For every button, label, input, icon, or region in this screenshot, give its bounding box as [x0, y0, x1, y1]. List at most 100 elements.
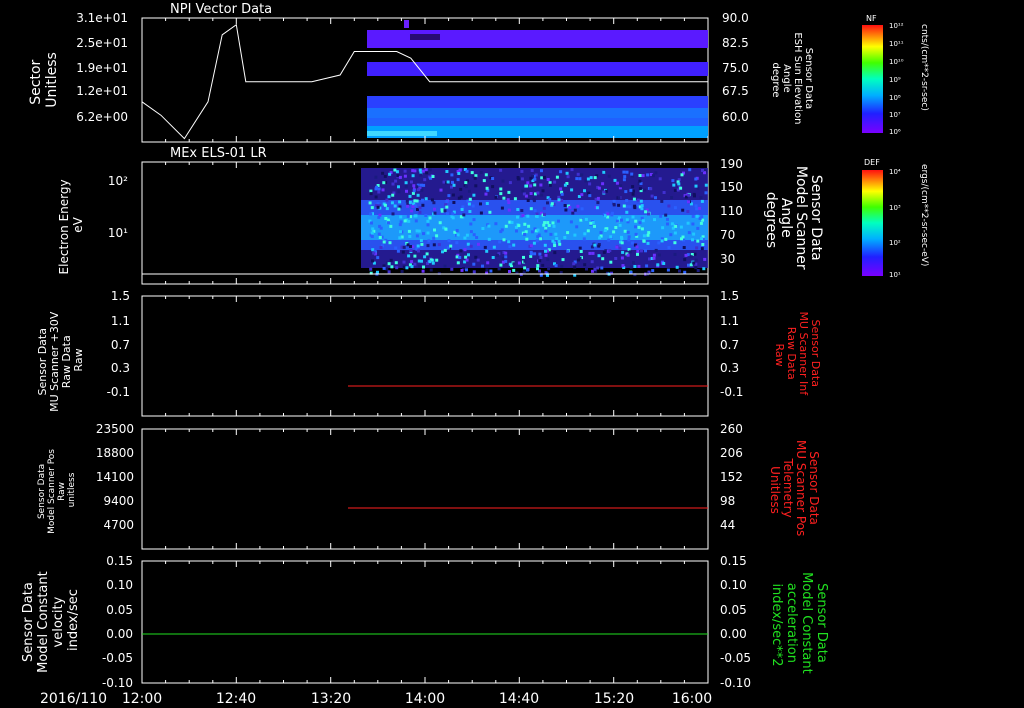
p2-speckle	[615, 181, 619, 185]
left-tick: 1.1	[111, 314, 130, 328]
right-tick: 0.3	[720, 361, 739, 375]
p2-speckle	[423, 255, 427, 259]
p2-speckle	[435, 258, 439, 262]
right-tick: 82.5	[722, 36, 749, 50]
p2-speckle	[532, 199, 536, 203]
p2-speckle	[526, 199, 530, 202]
p2-speckle	[492, 245, 496, 249]
p2-speckle	[524, 230, 528, 234]
p2-speckle	[488, 210, 492, 214]
p2-speckle	[687, 200, 690, 204]
right-tick: 0.05	[720, 603, 747, 617]
p2-speckle	[633, 265, 637, 268]
p2-speckle	[450, 267, 454, 271]
p2-speckle	[615, 245, 619, 249]
p2-speckle	[377, 232, 381, 236]
p2-speckle	[539, 237, 543, 241]
p2-speckle	[643, 188, 647, 192]
label-line: index/sec**2	[769, 583, 784, 666]
right-tick: 98	[720, 494, 735, 508]
p2-speckle	[382, 240, 386, 244]
p2-speckle	[397, 190, 401, 194]
p2-speckle	[625, 170, 629, 174]
p2-speckle	[621, 250, 625, 254]
p2-speckle	[638, 179, 642, 183]
p2-speckle	[433, 211, 437, 215]
p2-speckle	[555, 175, 559, 179]
p2-speckle	[512, 262, 516, 266]
p2-speckle	[466, 242, 470, 246]
p2-speckle	[371, 259, 374, 263]
p2-speckle	[520, 177, 524, 181]
p2-speckle	[576, 204, 580, 208]
p2-speckle	[397, 185, 400, 189]
p2-speckle	[634, 219, 638, 223]
p2-speckle	[566, 175, 570, 179]
p2-speckle	[554, 232, 558, 236]
p2-speckle	[413, 199, 417, 203]
p2-speckle	[638, 174, 642, 177]
p2-speckle	[465, 169, 469, 173]
p2-speckle	[453, 178, 457, 182]
label-line: degree	[770, 62, 781, 97]
p2-speckle	[603, 229, 607, 232]
colorbar-ticks: 10¹² 10¹¹ 10¹⁰ 10⁹ 10⁸ 10⁷ 10⁶	[889, 22, 904, 136]
p2-speckle	[584, 217, 588, 221]
p2-speckle	[389, 224, 393, 228]
p2-speckle	[684, 253, 688, 257]
p2-speckle	[498, 240, 502, 244]
p2-speckle	[416, 193, 420, 197]
p2-speckle	[539, 183, 543, 187]
p2-speckle	[525, 237, 529, 241]
p2-speckle	[455, 241, 459, 245]
p2-speckle	[641, 219, 645, 223]
p2-speckle	[370, 231, 374, 235]
p2-speckle	[653, 218, 656, 222]
label-line: Model Constant	[799, 572, 814, 674]
p2-speckle	[428, 216, 432, 220]
colorbar-def: DEF 10⁴ 10³ 10² 10¹ ergs/(cm**2-sr-sec-e…	[862, 158, 929, 279]
p2-speckle	[517, 261, 521, 265]
p2-speckle	[542, 223, 546, 227]
label-line: Raw	[72, 348, 85, 371]
p2-speckle	[390, 201, 394, 205]
p2-speckle	[555, 237, 559, 241]
p2-speckle	[703, 257, 707, 261]
panel-5-right-ticks: 0.15 0.10 0.05 0.00 -0.05 -0.10	[720, 554, 751, 690]
p2-speckle	[416, 244, 420, 248]
p2-speckle	[426, 231, 430, 235]
p2-speckle	[491, 177, 495, 180]
label-line: Sensor Data	[808, 175, 824, 261]
p2-speckle	[646, 173, 650, 177]
p2-speckle	[628, 205, 632, 209]
left-tick: -0.1	[107, 385, 130, 399]
p2-speckle	[428, 260, 432, 264]
p2-speckle	[695, 246, 699, 250]
p2-speckle	[420, 188, 424, 192]
p2-speckle	[609, 260, 613, 264]
p2-speckle	[439, 188, 443, 192]
p2-speckle	[692, 261, 696, 265]
p2-speckle	[457, 172, 461, 175]
p2-speckle	[654, 248, 658, 252]
p2-speckle	[407, 219, 411, 223]
p2-speckle	[621, 264, 625, 268]
p2-speckle	[377, 190, 381, 194]
p2-speckle	[431, 175, 435, 178]
p2-speckle	[377, 215, 381, 219]
p2-speckle	[413, 254, 417, 258]
time-tick-label: 15:20	[594, 691, 634, 707]
p2-speckle	[523, 266, 527, 270]
right-tick: 190	[720, 157, 743, 171]
p2-speckle	[485, 249, 489, 253]
p2-speckle	[622, 178, 626, 182]
p2-speckle	[686, 221, 690, 225]
p2-speckle	[465, 268, 468, 272]
p2-speckle	[376, 205, 380, 209]
p2-speckle	[582, 237, 586, 241]
p2-speckle	[588, 251, 592, 255]
p2-speckle	[544, 253, 548, 257]
p2-speckle	[387, 270, 391, 274]
p2-speckle	[529, 207, 533, 211]
p2-speckle	[694, 266, 698, 270]
